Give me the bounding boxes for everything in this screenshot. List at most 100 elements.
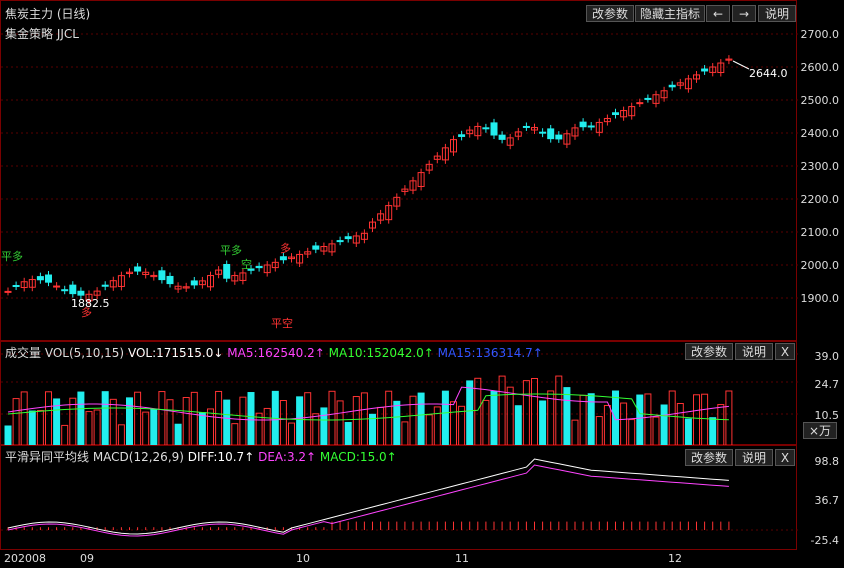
volume-bar [255, 412, 263, 446]
volume-bar [85, 411, 93, 446]
volume-bar [223, 399, 231, 446]
date-label: 10 [296, 552, 310, 565]
candle-body [53, 285, 61, 288]
volume-bar [514, 405, 522, 446]
volume-bar [182, 397, 190, 446]
candle-body [4, 290, 12, 293]
volume-bar [344, 421, 352, 446]
volume-bar [531, 378, 538, 446]
candle-body [498, 134, 506, 140]
macd-dea-line [7, 464, 729, 537]
next-arrow-button[interactable]: → [732, 5, 756, 22]
volume-bar [109, 398, 117, 446]
volume-bar [377, 406, 385, 446]
date-label: 09 [80, 552, 94, 565]
volume-bar [198, 412, 206, 446]
candle-body [190, 280, 198, 286]
volume-bar [563, 387, 571, 446]
macd-tick: 36.7 [814, 494, 840, 507]
volume-ma15: MA15:136314.7↑ [437, 346, 543, 360]
volume-bar [709, 417, 717, 446]
price-tick: 2700.0 [800, 28, 840, 41]
macd-diff: DIFF:10.7↑ [187, 450, 255, 464]
candle-body [547, 128, 555, 140]
volume-panel[interactable]: 成交量 VOL(5,10,15) VOL:171515.0↓ MA5:16254… [0, 341, 798, 446]
candle-body [344, 236, 352, 240]
volume-bar [579, 394, 587, 446]
volume-bar [352, 396, 360, 446]
volume-bar [498, 375, 506, 446]
candlestick-chart[interactable] [1, 1, 798, 342]
volume-bar [668, 390, 676, 446]
macd-help-button[interactable]: 说明 [735, 449, 773, 466]
volume-bar [466, 380, 474, 446]
volume-bar [61, 424, 69, 446]
signal-short: 空 [241, 258, 252, 271]
volume-bar [717, 404, 725, 446]
volume-bar [336, 400, 344, 446]
params-button[interactable]: 改参数 [586, 5, 634, 22]
price-tick: 2500.0 [800, 94, 840, 107]
macd-legend: 平滑异同平均线 MACD(12,26,9) DIFF:10.7↑ DEA:3.2… [5, 448, 397, 465]
macd-diff-line [7, 458, 729, 535]
volume-bar [522, 380, 530, 446]
date-label: 11 [455, 552, 469, 565]
candle-body [522, 125, 530, 128]
volume-ma5: MA5:162540.2↑ [227, 346, 325, 360]
volume-bar [77, 391, 85, 446]
volume-bar [676, 402, 684, 446]
help-button[interactable]: 说明 [758, 5, 796, 22]
volume-bar [174, 423, 182, 446]
volume-value: VOL:171515.0↓ [127, 346, 224, 360]
volume-bar [539, 400, 547, 446]
volume-help-button[interactable]: 说明 [735, 343, 773, 360]
volume-bar [652, 416, 660, 446]
volume-bar [20, 391, 28, 446]
hide-indicator-button[interactable]: 隐藏主指标 [635, 5, 705, 22]
candle-body [255, 265, 263, 269]
volume-bar [628, 419, 636, 446]
volume-bar [506, 386, 514, 446]
volume-bar [482, 399, 490, 446]
candle-body [12, 285, 20, 288]
candle-body [636, 102, 644, 105]
volume-tick: 39.0 [814, 350, 840, 363]
volume-bar [612, 390, 619, 446]
candle-body [336, 240, 344, 243]
candle-body [587, 125, 595, 128]
prev-arrow-button[interactable]: ← [706, 5, 730, 22]
volume-bar [101, 391, 109, 446]
date-label: 12 [668, 552, 682, 565]
strategy-label: 集金策略 JJCL [5, 27, 79, 41]
signal-close-long-2: 平多 [220, 244, 242, 257]
volume-params-button[interactable]: 改参数 [685, 343, 733, 360]
volume-bar [458, 405, 466, 446]
candle-body [579, 121, 587, 128]
volume-bar [312, 413, 320, 446]
macd-dea: DEA:3.2↑ [258, 450, 317, 464]
candle-body [612, 112, 619, 116]
candle-body [69, 284, 77, 295]
volume-bar [620, 402, 628, 446]
volume-bar [279, 400, 287, 446]
macd-value: MACD:15.0↑ [319, 450, 397, 464]
macd-panel[interactable]: 平滑异同平均线 MACD(12,26,9) DIFF:10.7↑ DEA:3.2… [0, 445, 798, 550]
volume-bar [571, 419, 579, 446]
candle-body [644, 97, 652, 100]
volume-bar [441, 390, 449, 446]
price-panel[interactable]: 焦炭主力 (日线) 集金策略 JJCL 改参数 隐藏主指标 ← → 说明 264… [0, 0, 798, 342]
candle-body [490, 122, 498, 136]
macd-title: 平滑异同平均线 MACD(12,26,9) [5, 450, 184, 464]
price-tick: 2100.0 [800, 226, 840, 239]
price-tick: 2000.0 [800, 259, 840, 272]
volume-bar [693, 394, 700, 446]
macd-close-button[interactable]: X [775, 449, 795, 466]
signal-long-2: 多 [280, 242, 291, 255]
volume-bar [425, 414, 433, 446]
volume-bar [684, 418, 692, 446]
macd-params-button[interactable]: 改参数 [685, 449, 733, 466]
signal-close-short: 平空 [271, 317, 293, 330]
volume-bar [725, 390, 733, 446]
volume-close-button[interactable]: X [775, 343, 795, 360]
price-tick: 1900.0 [800, 292, 840, 305]
